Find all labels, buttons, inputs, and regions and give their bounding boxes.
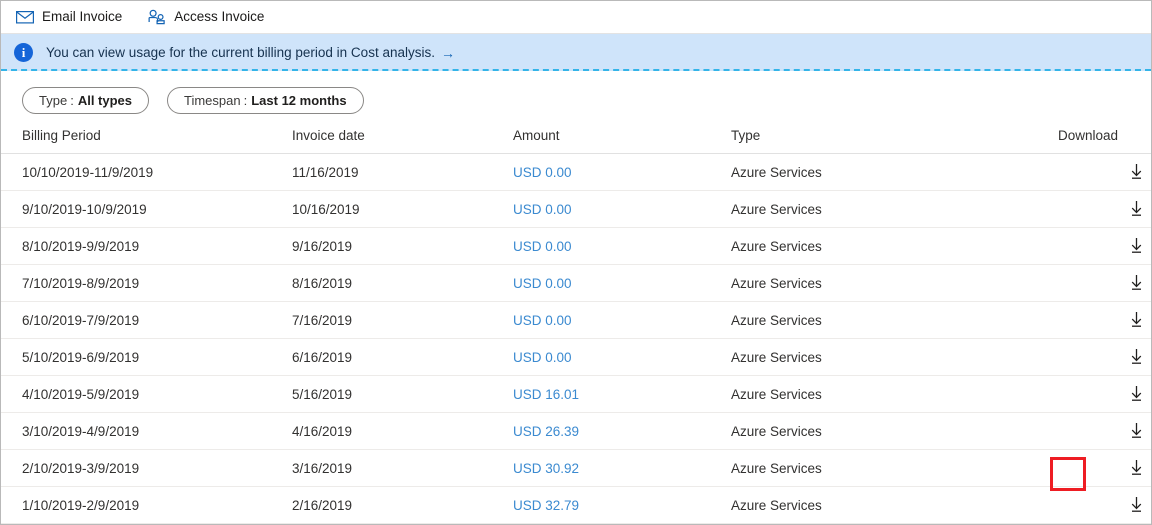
table-row[interactable]: 2/10/2019-3/9/20193/16/2019USD 30.92 Azur…	[1, 450, 1152, 487]
cell-invoice-date: 9/16/2019	[292, 228, 513, 265]
filter-timespan-key: Timespan	[184, 93, 241, 108]
column-header-type[interactable]: Type	[731, 128, 1058, 154]
cell-billing-period: 10/10/2019-11/9/2019	[1, 154, 292, 191]
cell-amount-link[interactable]: USD 0.00	[513, 239, 572, 254]
cell-type: Azure Services	[731, 191, 1058, 228]
cell-billing-period: 3/10/2019-4/9/2019	[1, 413, 292, 450]
filter-type-separator: :	[70, 93, 74, 108]
cell-billing-period: 7/10/2019-8/9/2019	[1, 265, 292, 302]
invoices-panel: Email Invoice Access Invoice i You can v…	[0, 0, 1152, 525]
cell-billing-period: 8/10/2019-9/9/2019	[1, 228, 292, 265]
cell-invoice-date: 2/16/2019	[292, 487, 513, 524]
download-arrow-icon[interactable]	[1125, 494, 1147, 516]
table-row[interactable]: 4/10/2019-5/9/20195/16/2019USD 16.01 Azur…	[1, 376, 1152, 413]
cell-type: Azure Services	[731, 376, 1058, 413]
table-row[interactable]: 7/10/2019-8/9/20198/16/2019USD 0.00 Azure…	[1, 265, 1152, 302]
cell-amount-link[interactable]: USD 0.00	[513, 202, 572, 217]
cell-amount-link[interactable]: USD 0.00	[513, 313, 572, 328]
cell-billing-period: 4/10/2019-5/9/2019	[1, 376, 292, 413]
filter-timespan-value: Last 12 months	[251, 93, 346, 108]
invoices-table-body: 10/10/2019-11/9/201911/16/2019USD 0.00Az…	[1, 154, 1152, 524]
cell-type: Azure Services	[731, 265, 1058, 302]
cell-amount-link[interactable]: USD 0.00	[513, 165, 572, 180]
info-icon: i	[14, 43, 33, 62]
download-arrow-icon[interactable]	[1125, 161, 1147, 183]
column-header-download[interactable]: Download	[1058, 128, 1152, 154]
cell-type: Azure Services	[731, 228, 1058, 265]
invoices-table: Billing Period Invoice date Amount Type …	[1, 128, 1152, 524]
cell-invoice-date: 8/16/2019	[292, 265, 513, 302]
filter-type-key: Type	[39, 93, 67, 108]
cell-type: Azure Services	[731, 413, 1058, 450]
cell-type: Azure Services	[731, 302, 1058, 339]
download-arrow-icon[interactable]	[1125, 309, 1147, 331]
cell-billing-period: 1/10/2019-2/9/2019	[1, 487, 292, 524]
cell-type: Azure Services	[731, 450, 1058, 487]
column-header-amount[interactable]: Amount	[513, 128, 731, 154]
access-invoice-button[interactable]: Access Invoice	[146, 1, 274, 33]
cell-billing-period: 6/10/2019-7/9/2019	[1, 302, 292, 339]
table-row[interactable]: 1/10/2019-2/9/20192/16/2019USD 32.79 Azur…	[1, 487, 1152, 524]
cell-type: Azure Services	[731, 154, 1058, 191]
download-arrow-icon[interactable]	[1125, 198, 1147, 220]
cell-amount-link[interactable]: USD 16.01	[513, 387, 579, 402]
cell-invoice-date: 5/16/2019	[292, 376, 513, 413]
cell-invoice-date: 6/16/2019	[292, 339, 513, 376]
cell-amount-link[interactable]: USD 0.00	[513, 276, 572, 291]
cell-amount-link[interactable]: USD 32.79	[513, 498, 579, 513]
filter-timespan-separator: :	[244, 93, 248, 108]
cell-amount-link[interactable]: USD 0.00	[513, 350, 572, 365]
filter-type-value: All types	[78, 93, 132, 108]
table-row[interactable]: 10/10/2019-11/9/201911/16/2019USD 0.00 Az…	[1, 154, 1152, 191]
cell-invoice-date: 7/16/2019	[292, 302, 513, 339]
cell-amount-link[interactable]: USD 30.92	[513, 461, 579, 476]
email-invoice-label: Email Invoice	[42, 10, 122, 24]
info-banner-text: You can view usage for the current billi…	[46, 45, 435, 60]
invoices-table-header: Billing Period Invoice date Amount Type …	[1, 128, 1152, 154]
cell-billing-period: 5/10/2019-6/9/2019	[1, 339, 292, 376]
table-row[interactable]: 3/10/2019-4/9/20194/16/2019USD 26.39 Azur…	[1, 413, 1152, 450]
envelope-icon	[16, 8, 34, 26]
download-arrow-icon[interactable]	[1125, 383, 1147, 405]
cell-type: Azure Services	[731, 487, 1058, 524]
cell-invoice-date: 10/16/2019	[292, 191, 513, 228]
table-row[interactable]: 5/10/2019-6/9/20196/16/2019USD 0.00 Azure…	[1, 339, 1152, 376]
cell-invoice-date: 11/16/2019	[292, 154, 513, 191]
email-invoice-button[interactable]: Email Invoice	[14, 1, 132, 33]
filter-timespan[interactable]: Timespan : Last 12 months	[167, 87, 364, 114]
filter-type[interactable]: Type : All types	[22, 87, 149, 114]
info-banner: i You can view usage for the current bil…	[1, 34, 1151, 71]
table-header-row: Billing Period Invoice date Amount Type …	[1, 128, 1152, 154]
cell-invoice-date: 4/16/2019	[292, 413, 513, 450]
cell-amount-link[interactable]: USD 26.39	[513, 424, 579, 439]
download-arrow-icon[interactable]	[1125, 420, 1147, 442]
cell-invoice-date: 3/16/2019	[292, 450, 513, 487]
access-invoice-label: Access Invoice	[174, 10, 264, 24]
download-arrow-icon[interactable]	[1125, 346, 1147, 368]
table-row[interactable]: 9/10/2019-10/9/201910/16/2019USD 0.00 Azu…	[1, 191, 1152, 228]
table-row[interactable]: 8/10/2019-9/9/20199/16/2019USD 0.00 Azure…	[1, 228, 1152, 265]
people-icon	[148, 8, 166, 26]
download-arrow-icon[interactable]	[1125, 272, 1147, 294]
download-arrow-icon[interactable]	[1125, 457, 1147, 479]
cell-billing-period: 2/10/2019-3/9/2019	[1, 450, 292, 487]
command-bar: Email Invoice Access Invoice	[1, 1, 1151, 34]
cell-billing-period: 9/10/2019-10/9/2019	[1, 191, 292, 228]
download-arrow-icon[interactable]	[1125, 235, 1147, 257]
cost-analysis-arrow-icon[interactable]: →	[441, 45, 455, 61]
column-header-billing-period[interactable]: Billing Period	[1, 128, 292, 154]
cell-type: Azure Services	[731, 339, 1058, 376]
filter-bar: Type : All types Timespan : Last 12 mont…	[1, 71, 1151, 128]
table-row[interactable]: 6/10/2019-7/9/20197/16/2019USD 0.00 Azure…	[1, 302, 1152, 339]
column-header-invoice-date[interactable]: Invoice date	[292, 128, 513, 154]
